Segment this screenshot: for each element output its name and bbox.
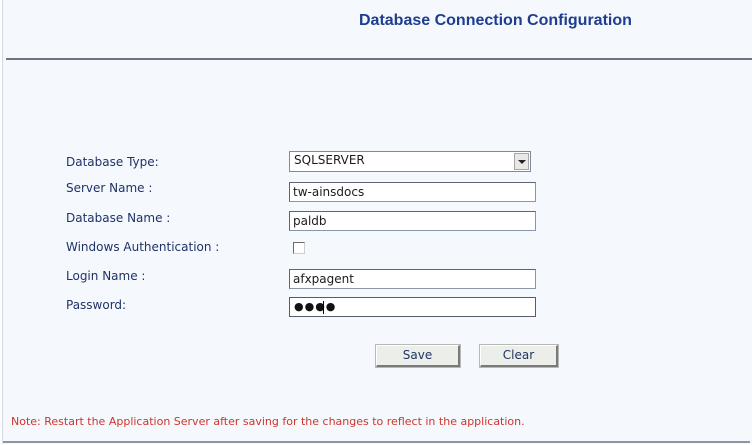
- database-name-input[interactable]: paldb: [289, 211, 536, 231]
- password-mask: ●●●●: [294, 300, 337, 313]
- restart-note: Note: Restart the Application Server aft…: [11, 415, 525, 428]
- database-type-value: SQLSERVER: [294, 153, 365, 167]
- password-input[interactable]: ●●●●: [289, 297, 536, 317]
- login-name-input[interactable]: afxpagent: [289, 269, 536, 289]
- login-name-label: Login Name :: [66, 269, 146, 283]
- server-name-input[interactable]: tw-ainsdocs: [289, 182, 536, 202]
- config-panel: Database Connection Configuration Databa…: [2, 0, 752, 444]
- password-label: Password:: [66, 298, 127, 312]
- page-title: Database Connection Configuration: [359, 12, 632, 29]
- server-name-label: Server Name :: [66, 181, 153, 195]
- title-divider: [6, 58, 752, 60]
- bottom-divider: [3, 441, 750, 443]
- text-caret: [323, 301, 324, 314]
- windows-auth-checkbox[interactable]: [293, 242, 305, 254]
- database-type-select[interactable]: SQLSERVER: [289, 151, 531, 172]
- windows-auth-label: Windows Authentication :: [66, 240, 220, 254]
- database-type-label: Database Type:: [66, 155, 159, 169]
- clear-button[interactable]: Clear: [479, 344, 559, 368]
- chevron-down-icon[interactable]: [514, 153, 529, 170]
- database-name-label: Database Name :: [66, 211, 171, 225]
- save-button[interactable]: Save: [375, 344, 461, 368]
